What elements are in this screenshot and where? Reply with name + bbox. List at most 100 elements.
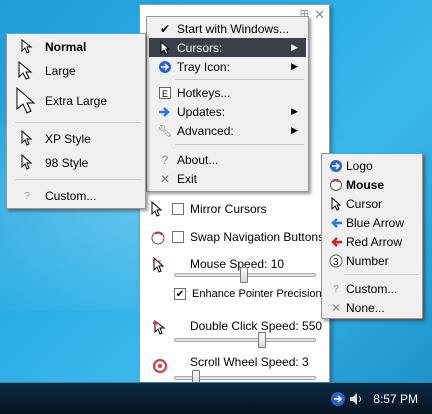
submenu-arrow-icon: ▶ bbox=[291, 61, 298, 71]
checkmark-icon: ✔ bbox=[159, 22, 171, 36]
close-icon: ✕ bbox=[330, 301, 342, 315]
menu-item-label: Custom... bbox=[346, 281, 398, 296]
tray-option-blue-arrow[interactable]: Blue Arrow bbox=[324, 213, 420, 232]
tray-icon-submenu: Logo Mouse Cursor Blue Arrow Red Arrow 3… bbox=[321, 153, 423, 319]
menu-item-label: Advanced: bbox=[177, 123, 234, 138]
submenu-arrow-icon: ▶ bbox=[291, 125, 298, 135]
swap-icon bbox=[151, 231, 165, 245]
menu-item-tray-icon[interactable]: Tray Icon: ▶ bbox=[149, 57, 306, 76]
tray-option-mouse[interactable]: Mouse bbox=[324, 175, 420, 194]
red-arrow-icon bbox=[328, 234, 344, 250]
volume-icon[interactable] bbox=[348, 391, 364, 407]
logo-icon bbox=[328, 158, 344, 174]
hotkey-icon: E bbox=[157, 85, 173, 101]
menu-separator bbox=[15, 122, 141, 123]
menu-item-label: Logo bbox=[346, 158, 373, 173]
menu-item-cursors[interactable]: Cursors: ▶ bbox=[149, 38, 306, 57]
submenu-arrow-icon: ▶ bbox=[291, 106, 298, 116]
menu-item-label: 98 Style bbox=[45, 156, 89, 170]
menu-separator bbox=[15, 179, 141, 180]
scroll-wheel-icon bbox=[152, 358, 168, 377]
close-icon[interactable]: ✕ bbox=[314, 7, 325, 23]
tray-icon bbox=[157, 59, 173, 75]
cursor-icon bbox=[151, 201, 163, 217]
tray-option-cursor[interactable]: Cursor bbox=[324, 194, 420, 213]
menu-item-exit[interactable]: ✕ Exit bbox=[149, 169, 306, 188]
menu-item-hotkeys[interactable]: E Hotkeys... bbox=[149, 83, 306, 102]
menu-item-label: Normal bbox=[45, 40, 87, 54]
mouse-speed-slider[interactable] bbox=[240, 267, 248, 283]
cursor-option-xp-style[interactable]: XP Style bbox=[9, 128, 143, 150]
question-icon: ? bbox=[24, 190, 30, 202]
menu-item-label: Tray Icon: bbox=[177, 59, 230, 74]
svg-text:E: E bbox=[162, 89, 168, 99]
swap-buttons-label: Swap Navigation Buttons bbox=[190, 230, 325, 244]
menu-item-label: Cursor bbox=[346, 196, 383, 211]
menu-item-advanced[interactable]: 🔧︎ Advanced: ▶ bbox=[149, 121, 306, 140]
menu-item-label: Extra Large bbox=[45, 94, 108, 108]
cursor-icon bbox=[157, 40, 173, 56]
tray-option-red-arrow[interactable]: Red Arrow bbox=[324, 232, 420, 251]
menu-item-label: Start with Windows... bbox=[177, 21, 290, 36]
question-icon: ? bbox=[333, 283, 339, 295]
menu-separator bbox=[175, 144, 304, 145]
menu-item-label: Blue Arrow bbox=[346, 215, 405, 230]
cursor-option-98-style[interactable]: 98 Style bbox=[9, 152, 143, 174]
cursor-option-large[interactable]: Large bbox=[9, 58, 143, 84]
cursor-large-icon bbox=[17, 61, 35, 81]
cursor-98-icon bbox=[19, 154, 35, 172]
menu-item-label: Updates: bbox=[177, 104, 226, 119]
cursor-icon bbox=[328, 196, 344, 212]
taskbar: 8:57 PM bbox=[0, 382, 432, 414]
double-click-track[interactable] bbox=[174, 338, 316, 342]
menu-item-label: Custom... bbox=[45, 188, 97, 203]
menu-item-label: Red Arrow bbox=[346, 234, 403, 249]
number-icon: 3 bbox=[328, 253, 344, 269]
menu-item-label: About... bbox=[177, 152, 219, 167]
mouse-speed-icon bbox=[152, 256, 166, 276]
enhance-precision-checkbox[interactable]: ✔ bbox=[174, 288, 186, 300]
mouse-speed-label: Mouse Speed: 10 bbox=[190, 257, 285, 271]
cursor-extra-large-icon bbox=[15, 87, 39, 115]
tray-app-icon[interactable] bbox=[330, 391, 346, 407]
blue-arrow-icon bbox=[328, 215, 344, 231]
double-click-slider[interactable] bbox=[258, 332, 266, 348]
mirror-cursors-checkbox[interactable] bbox=[172, 203, 184, 215]
arrow-icon bbox=[157, 104, 173, 120]
menu-item-label: Hotkeys... bbox=[177, 85, 231, 100]
enhance-precision-row[interactable]: ✔ Enhance Pointer Precision bbox=[174, 288, 322, 300]
cursor-xp-icon bbox=[19, 130, 35, 148]
taskbar-clock[interactable]: 8:57 PM bbox=[373, 392, 418, 406]
enhance-precision-label: Enhance Pointer Precision bbox=[192, 288, 322, 300]
menu-item-label: XP Style bbox=[45, 132, 91, 146]
menu-item-label: Cursors: bbox=[177, 40, 223, 55]
tray-option-none[interactable]: ✕ None... bbox=[324, 298, 420, 317]
cursor-option-normal[interactable]: Normal bbox=[9, 36, 143, 58]
cursor-option-extra-large[interactable]: Extra Large bbox=[9, 84, 143, 118]
menu-item-about[interactable]: ? About... bbox=[149, 150, 306, 169]
main-context-menu: ✔ Start with Windows... Cursors: ▶ Tray … bbox=[146, 16, 309, 192]
menu-separator bbox=[175, 79, 304, 80]
svg-text:3: 3 bbox=[333, 257, 339, 268]
cursor-option-custom[interactable]: ? Custom... bbox=[9, 186, 143, 205]
cursors-submenu: Normal Large Extra Large XP Style 98 Sty… bbox=[6, 33, 146, 209]
swap-buttons-checkbox[interactable] bbox=[172, 231, 184, 243]
menu-item-updates[interactable]: Updates: ▶ bbox=[149, 102, 306, 121]
tray-option-number[interactable]: 3 Number bbox=[324, 251, 420, 270]
tray-option-custom[interactable]: ? Custom... bbox=[324, 279, 420, 298]
wrench-icon: 🔧︎ bbox=[157, 124, 173, 138]
mirror-cursors-row[interactable]: Mirror Cursors bbox=[150, 201, 267, 217]
mirror-cursors-label: Mirror Cursors bbox=[190, 202, 267, 216]
tray-option-logo[interactable]: Logo bbox=[324, 156, 420, 175]
scroll-speed-label: Scroll Wheel Speed: 3 bbox=[190, 355, 309, 369]
mouse-icon bbox=[328, 177, 344, 193]
menu-item-label: Mouse bbox=[346, 177, 385, 192]
menu-item-start-with-windows[interactable]: ✔ Start with Windows... bbox=[149, 19, 306, 38]
close-icon: ✕ bbox=[159, 172, 171, 186]
menu-separator bbox=[344, 274, 418, 275]
swap-buttons-row[interactable]: Swap Navigation Buttons bbox=[150, 229, 324, 245]
double-click-icon bbox=[152, 319, 166, 338]
submenu-arrow-icon: ▶ bbox=[291, 42, 298, 52]
menu-item-label: None... bbox=[346, 300, 385, 315]
question-icon: ? bbox=[161, 153, 169, 167]
